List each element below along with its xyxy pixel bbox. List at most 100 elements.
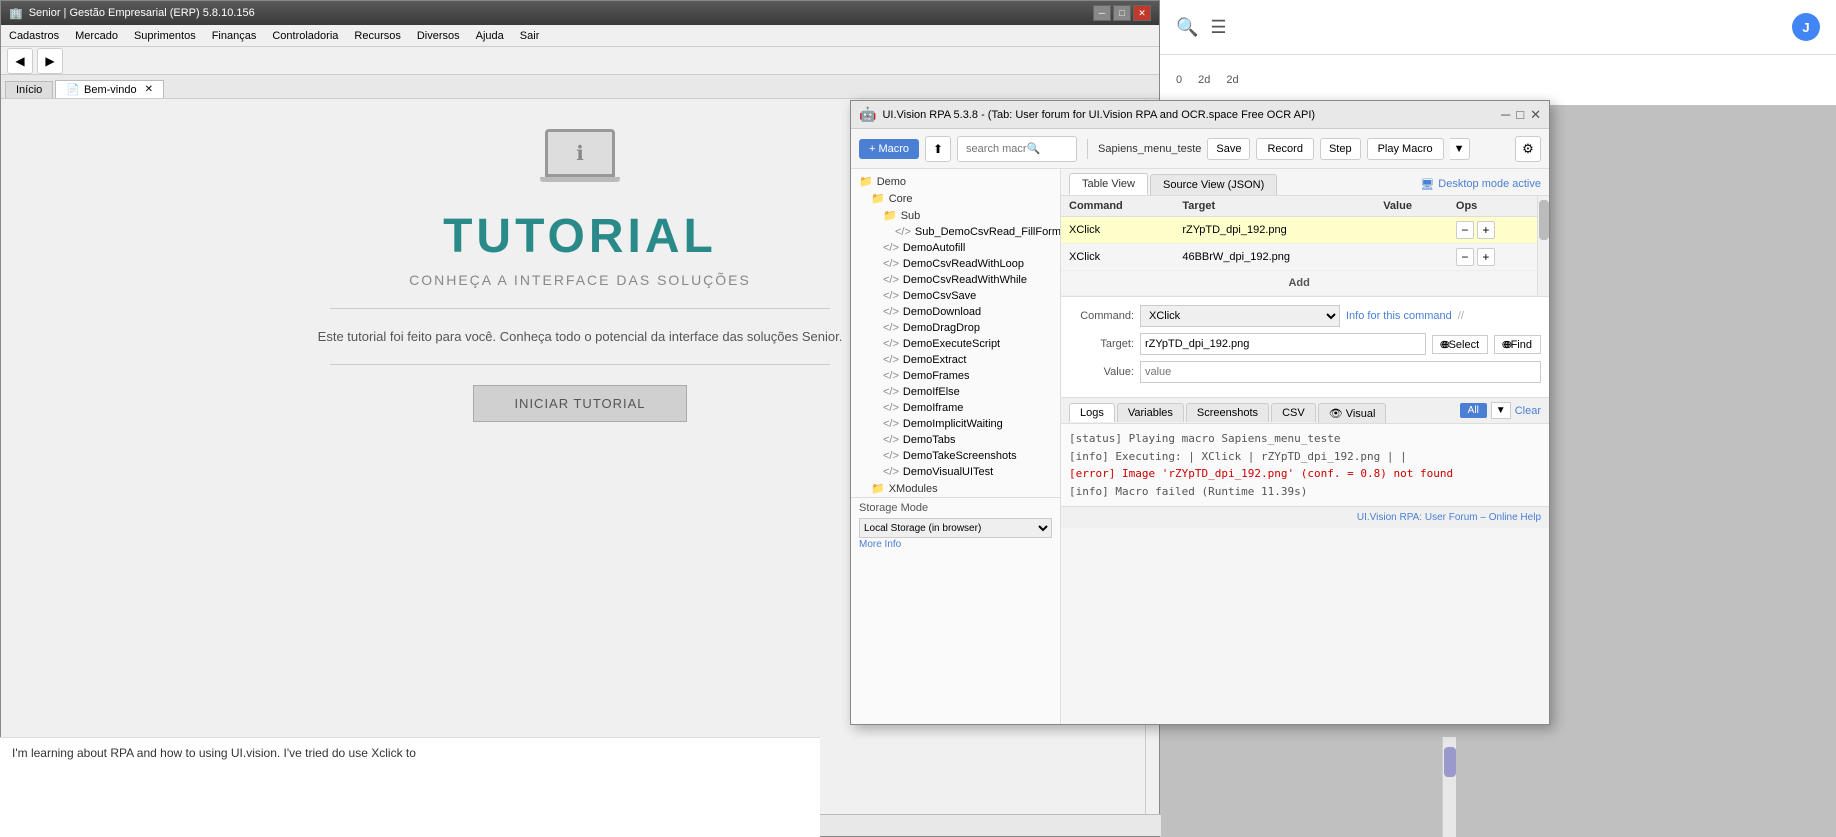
- tab-source-view[interactable]: Source View (JSON): [1150, 174, 1277, 195]
- more-info-link[interactable]: More Info: [859, 539, 901, 550]
- cmd-command-select[interactable]: XClick: [1140, 305, 1340, 327]
- uivision-toolbar: + Macro ⬆ Sapiens_menu_teste Save Record…: [851, 129, 1549, 169]
- menu-diversos[interactable]: Diversos: [413, 28, 464, 44]
- tree-item-demoiframe[interactable]: </> DemoIframe: [851, 400, 1060, 416]
- tree-item-democsvreadwithloop[interactable]: </> DemoCsvReadWithLoop: [851, 256, 1060, 272]
- menu-controladoria[interactable]: Controladoria: [268, 28, 342, 44]
- tutorial-subtitle: CONHEÇA A INTERFACE DAS SOLUÇÕES: [409, 272, 751, 288]
- tree-item-demoexecutescript[interactable]: </> DemoExecuteScript: [851, 336, 1060, 352]
- google-menu-icon[interactable]: ☰: [1210, 17, 1226, 38]
- erp-close-btn[interactable]: ✕: [1133, 5, 1151, 21]
- timeline-label-2d-2: 2d: [1226, 74, 1238, 86]
- log-entry-2: [error] Image 'rZYpTD_dpi_192.png' (conf…: [1069, 465, 1541, 483]
- settings-gear-icon[interactable]: ⚙: [1515, 136, 1541, 162]
- command-row-0[interactable]: XClick rZYpTD_dpi_192.png − +: [1061, 217, 1537, 244]
- tree-xmodules-folder[interactable]: 📁 XModules: [851, 480, 1060, 497]
- tab-visual[interactable]: 👁 Visual: [1318, 403, 1387, 423]
- tab-logs[interactable]: Logs: [1069, 403, 1115, 422]
- cmd-value-input[interactable]: [1140, 361, 1541, 383]
- play-macro-button[interactable]: Play Macro: [1367, 138, 1444, 160]
- logs-filter-arrow-btn[interactable]: ▼: [1491, 402, 1511, 419]
- logs-clear-button[interactable]: Clear: [1515, 405, 1541, 417]
- tree-item-demoautofill[interactable]: </> DemoAutofill: [851, 240, 1060, 256]
- desktop-mode-label: Desktop mode active: [1438, 178, 1541, 190]
- menu-suprimentos[interactable]: Suprimentos: [130, 28, 200, 44]
- play-dropdown-arrow[interactable]: ▼: [1450, 138, 1470, 160]
- menu-financas[interactable]: Finanças: [208, 28, 261, 44]
- tree-item-demotabs[interactable]: </> DemoTabs: [851, 432, 1060, 448]
- add-macro-button[interactable]: + Macro: [859, 139, 919, 159]
- uivision-title-text: UI.Vision RPA 5.3.8 - (Tab: User forum f…: [882, 109, 1315, 121]
- tab-inicio[interactable]: Início: [5, 81, 53, 98]
- cmd-plus-0[interactable]: +: [1477, 221, 1495, 239]
- tab-variables[interactable]: Variables: [1117, 403, 1184, 422]
- search-macro-input[interactable]: [957, 136, 1077, 162]
- tree-item-demodragnrop[interactable]: </> DemoDragDrop: [851, 320, 1060, 336]
- forum-scrollbar[interactable]: [1442, 737, 1456, 837]
- uivision-close-btn[interactable]: ✕: [1530, 107, 1541, 123]
- tree-core-folder[interactable]: 📁 Core: [851, 190, 1060, 207]
- uivision-maximize-btn[interactable]: □: [1516, 107, 1524, 123]
- cmd-minus-0[interactable]: −: [1456, 221, 1474, 239]
- tree-item-subcsvread[interactable]: </> Sub_DemoCsvRead_FillForm: [851, 224, 1060, 240]
- iniciar-tutorial-button[interactable]: INICIAR TUTORIAL: [473, 385, 686, 422]
- add-command-row[interactable]: Add: [1061, 271, 1537, 296]
- menu-mercado[interactable]: Mercado: [71, 28, 122, 44]
- storage-row: Local Storage (in browser): [859, 518, 1052, 538]
- footer-online-help-link[interactable]: UI.Vision RPA: User Forum – Online Help: [1357, 512, 1541, 523]
- tree-demoframes-label: DemoFrames: [903, 370, 970, 382]
- tab-csv[interactable]: CSV: [1271, 403, 1316, 422]
- tree-sub-folder[interactable]: 📁 Sub: [851, 207, 1060, 224]
- col-value: Value: [1375, 196, 1448, 217]
- menu-sair[interactable]: Sair: [516, 28, 544, 44]
- macro-icon: </>: [883, 258, 899, 270]
- tree-item-demoimplicitwaiting[interactable]: </> DemoImplicitWaiting: [851, 416, 1060, 432]
- save-button[interactable]: Save: [1207, 138, 1250, 160]
- tree-item-demodownload[interactable]: </> DemoDownload: [851, 304, 1060, 320]
- tree-item-democsvsave[interactable]: </> DemoCsvSave: [851, 288, 1060, 304]
- tab-close-icon[interactable]: ✕: [145, 84, 153, 95]
- menu-cadastros[interactable]: Cadastros: [5, 28, 63, 44]
- cmd-minus-1[interactable]: −: [1456, 248, 1474, 266]
- record-button[interactable]: Record: [1256, 138, 1313, 160]
- tree-demotakescreenshots-label: DemoTakeScreenshots: [903, 450, 1017, 462]
- google-avatar[interactable]: J: [1792, 13, 1820, 41]
- tab-logs-label: Logs: [1080, 407, 1104, 419]
- cmd-value-row: Value:: [1069, 361, 1541, 383]
- cmd-find-button[interactable]: ⊕ ⊕Find: [1494, 335, 1541, 354]
- tree-item-demoframes[interactable]: </> DemoFrames: [851, 368, 1060, 384]
- logs-filter-all-btn[interactable]: All: [1460, 403, 1487, 418]
- log-entry-0: [status] Playing macro Sapiens_menu_test…: [1069, 430, 1541, 448]
- cmd-info-link[interactable]: Info for this command: [1346, 310, 1452, 322]
- tab-screenshots[interactable]: Screenshots: [1186, 403, 1269, 422]
- tab-bemvindo[interactable]: 📄 Bem-vindo ✕: [55, 80, 164, 98]
- tree-item-democsvreadwithwhile[interactable]: </> DemoCsvReadWithWhile: [851, 272, 1060, 288]
- tab-table-view[interactable]: Table View: [1069, 173, 1148, 195]
- cmd-target-input[interactable]: [1140, 333, 1426, 355]
- command-row-1[interactable]: XClick 46BBrW_dpi_192.png − +: [1061, 244, 1537, 271]
- target-cell-1: 46BBrW_dpi_192.png: [1174, 244, 1375, 271]
- storage-mode-select[interactable]: Local Storage (in browser): [859, 518, 1052, 538]
- erp-maximize-btn[interactable]: □: [1113, 5, 1131, 21]
- tree-item-demoextract[interactable]: </> DemoExtract: [851, 352, 1060, 368]
- tree-item-demovisualuittest[interactable]: </> DemoVisualUITest: [851, 464, 1060, 480]
- command-table-area: Command Target Value Ops XClick rZYpTD_d…: [1061, 196, 1549, 296]
- tree-demo-folder[interactable]: 📁 Demo: [851, 173, 1060, 190]
- menu-ajuda[interactable]: Ajuda: [472, 28, 508, 44]
- erp-forward-btn[interactable]: ▶: [37, 48, 63, 74]
- cmd-select-button[interactable]: ⊕ ⊕Select: [1432, 335, 1488, 354]
- tree-item-demotakescreenshots[interactable]: </> DemoTakeScreenshots: [851, 448, 1060, 464]
- tab-csv-label: CSV: [1282, 407, 1305, 419]
- table-scrollbar[interactable]: [1537, 196, 1549, 296]
- cmd-plus-1[interactable]: +: [1477, 248, 1495, 266]
- tree-item-demoifelse[interactable]: </> DemoIfElse: [851, 384, 1060, 400]
- google-search-icon[interactable]: 🔍: [1176, 17, 1198, 38]
- erp-back-btn[interactable]: ◀: [7, 48, 33, 74]
- desktop-mode-badge[interactable]: 🖥 Desktop mode active: [1420, 178, 1541, 191]
- erp-minimize-btn[interactable]: ─: [1093, 5, 1111, 21]
- uivision-minimize-btn[interactable]: ─: [1501, 107, 1510, 123]
- step-button[interactable]: Step: [1320, 138, 1361, 160]
- tree-democsvreadwithwhile-label: DemoCsvReadWithWhile: [903, 274, 1027, 286]
- import-icon[interactable]: ⬆: [925, 136, 951, 162]
- menu-recursos[interactable]: Recursos: [350, 28, 404, 44]
